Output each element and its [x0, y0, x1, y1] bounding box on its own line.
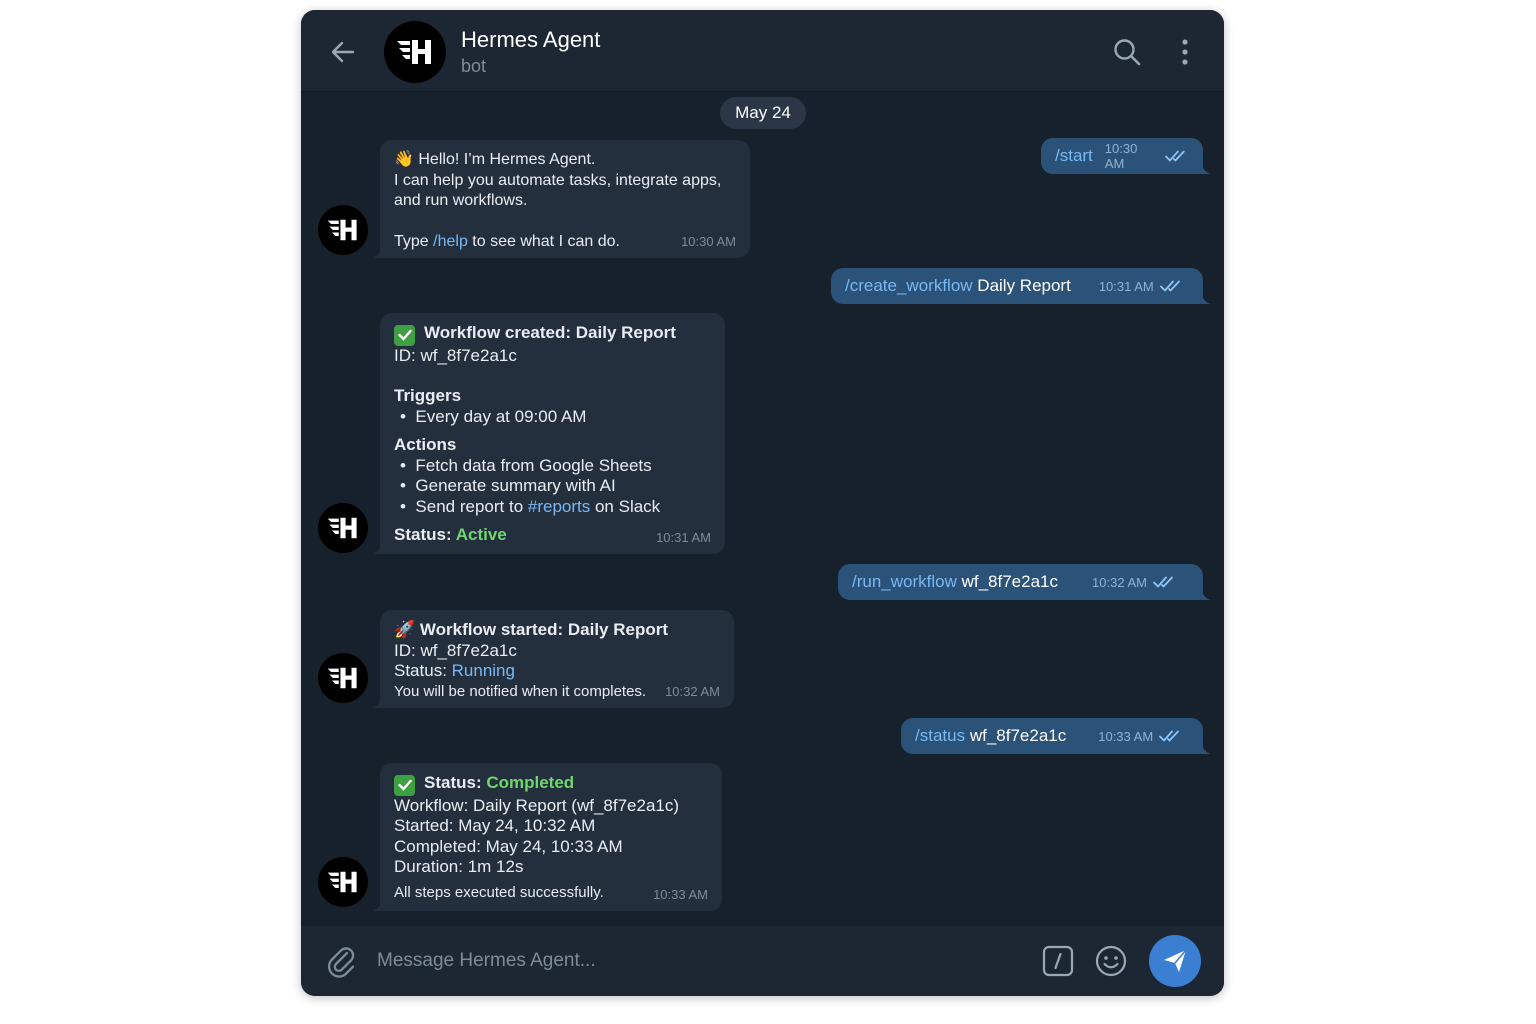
- status-badge: Active: [455, 525, 507, 544]
- bubble-tail: [372, 246, 382, 258]
- bubble-tail: [1201, 588, 1211, 600]
- bubble-tail: [1201, 742, 1211, 754]
- more-button[interactable]: [1169, 34, 1201, 70]
- slash-command-icon: [1042, 945, 1074, 977]
- paperclip-icon: [327, 947, 355, 978]
- hermes-logo-icon: [326, 869, 360, 895]
- incoming-message[interactable]: 👋 Hello! I’m Hermes Agent. I can help yo…: [372, 140, 750, 258]
- check-mark-icon: [394, 774, 415, 796]
- incoming-message[interactable]: Workflow created: Daily Report ID: wf_8f…: [372, 313, 725, 554]
- message-composer: [301, 926, 1224, 996]
- bot-avatar[interactable]: [318, 653, 368, 703]
- message-time: 10:33 AM: [1098, 729, 1183, 744]
- status-badge: Completed: [486, 773, 575, 792]
- incoming-message[interactable]: Status: Completed Workflow: Daily Report…: [372, 763, 722, 911]
- command-text[interactable]: /start: [1055, 146, 1093, 166]
- message-time: 10:31 AM: [656, 529, 711, 545]
- commands-button[interactable]: [1042, 945, 1074, 977]
- help-command-link[interactable]: /help: [433, 233, 468, 250]
- search-icon: [1114, 39, 1141, 66]
- back-button[interactable]: [325, 34, 361, 70]
- incoming-message[interactable]: 🚀 Workflow started: Daily Report ID: wf_…: [372, 610, 734, 708]
- message-time: 10:31 AM: [1099, 279, 1184, 294]
- read-ticks-icon: [1165, 149, 1189, 163]
- outgoing-message[interactable]: /status wf_8f7e2a1c 10:33 AM: [901, 718, 1211, 754]
- outgoing-message[interactable]: /create_workflow Daily Report 10:31 AM: [831, 268, 1211, 304]
- rocket-icon: 🚀: [394, 620, 416, 639]
- bot-avatar[interactable]: [318, 857, 368, 907]
- send-button[interactable]: [1149, 935, 1201, 987]
- message-time: 10:32 AM: [1092, 575, 1177, 590]
- bot-avatar[interactable]: [318, 205, 368, 255]
- hermes-logo-icon: [326, 665, 360, 691]
- message-input[interactable]: [377, 941, 1017, 981]
- slack-channel-link[interactable]: #reports: [528, 497, 590, 516]
- attach-button[interactable]: [325, 944, 359, 978]
- outgoing-message[interactable]: /run_workflow wf_8f7e2a1c 10:32 AM: [838, 564, 1211, 600]
- hermes-logo-icon: [326, 217, 360, 243]
- arrow-left-icon: [331, 41, 355, 63]
- bot-avatar[interactable]: [318, 503, 368, 553]
- check-mark-icon: [394, 324, 415, 346]
- search-button[interactable]: [1111, 36, 1143, 68]
- emoji-button[interactable]: [1094, 944, 1128, 978]
- command-text[interactable]: /status: [915, 726, 965, 745]
- waving-hand-icon: 👋: [394, 151, 414, 168]
- send-icon: [1164, 949, 1187, 972]
- chat-title: Hermes Agent: [461, 27, 601, 52]
- read-ticks-icon: [1160, 279, 1184, 293]
- chat-subtitle: bot: [461, 56, 487, 76]
- outgoing-message[interactable]: /start 10:30 AM: [1041, 138, 1211, 174]
- message-time: 10:30 AM: [681, 233, 736, 249]
- date-separator: May 24: [720, 97, 806, 129]
- bot-avatar[interactable]: [384, 21, 446, 83]
- bubble-tail: [372, 696, 382, 708]
- bubble-tail: [372, 542, 382, 554]
- bubble-tail: [1201, 162, 1211, 174]
- hermes-logo-icon: [395, 37, 435, 67]
- emoji-icon: [1095, 945, 1127, 977]
- bubble-tail: [372, 899, 382, 911]
- bubble-tail: [1201, 292, 1211, 304]
- message-time: 10:33 AM: [653, 886, 708, 902]
- read-ticks-icon: [1159, 729, 1183, 743]
- chat-header: Hermes Agent bot: [301, 10, 1224, 92]
- command-text[interactable]: /run_workflow: [852, 572, 957, 591]
- more-vertical-icon: [1182, 39, 1188, 65]
- message-time: 10:30 AM: [1105, 141, 1189, 171]
- command-text[interactable]: /create_workflow: [845, 276, 973, 295]
- hermes-logo-icon: [326, 515, 360, 541]
- message-time: 10:32 AM: [665, 683, 720, 699]
- status-badge: Running: [451, 661, 515, 680]
- read-ticks-icon: [1153, 575, 1177, 589]
- chat-window: Hermes Agent bot May 24 /start 10:30 AM: [301, 10, 1224, 996]
